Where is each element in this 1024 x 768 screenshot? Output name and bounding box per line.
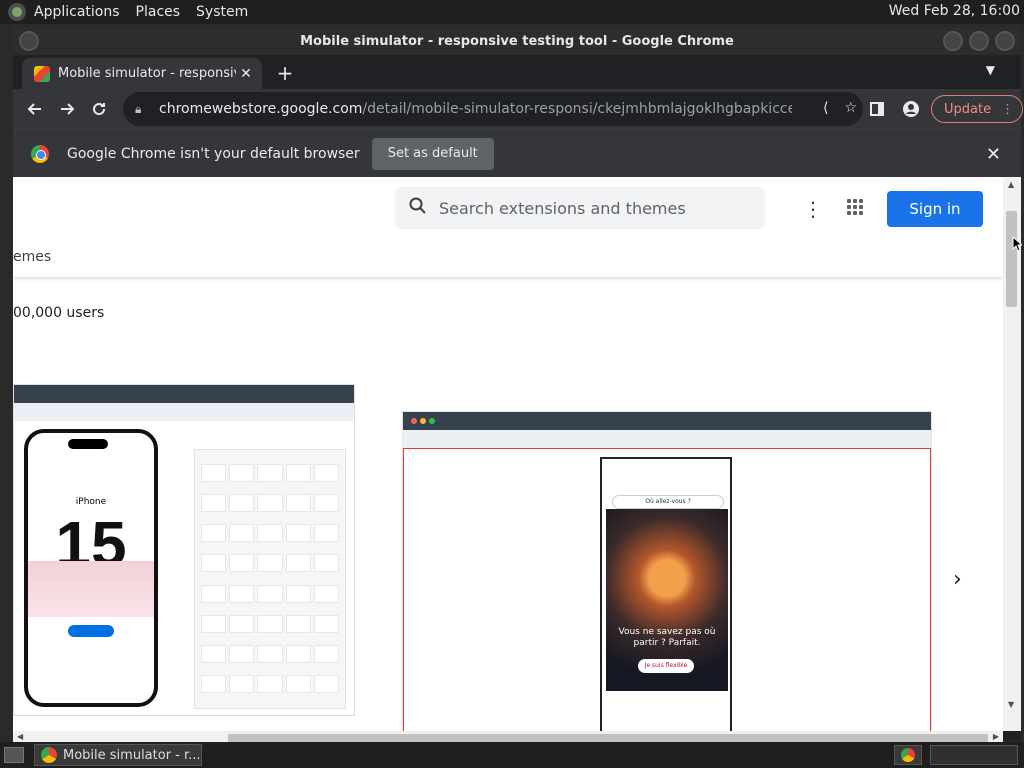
update-label: Update — [944, 101, 992, 117]
workspace-switcher[interactable] — [930, 745, 1018, 765]
infobar-message: Google Chrome isn't your default browser — [67, 145, 360, 162]
user-count: 00,000 users — [13, 305, 105, 321]
mock-browser-bar — [14, 385, 354, 403]
window-title: Mobile simulator - responsive testing to… — [300, 33, 734, 49]
mock-browser-bar — [403, 412, 931, 430]
tab-favicon-icon — [34, 65, 50, 82]
more-options-icon[interactable]: ⋮ — [803, 197, 823, 221]
bookmark-star-icon[interactable]: ☆ — [844, 100, 857, 116]
google-apps-icon[interactable] — [847, 199, 863, 215]
iphone-mockup: iPhone 15 — [24, 429, 158, 707]
site-info-icon[interactable]: 🔒︎ — [135, 102, 149, 117]
address-bar[interactable]: 🔒︎ chromewebstore.google.com /detail/mob… — [123, 92, 863, 126]
mock-cta-button — [68, 625, 114, 637]
browser-toolbar: 🔒︎ chromewebstore.google.com /detail/mob… — [13, 89, 1024, 129]
chrome-icon — [41, 747, 57, 763]
mock-address-bar — [14, 403, 354, 421]
mock-flexible-button: Je suis flexible — [638, 659, 694, 673]
back-button[interactable] — [19, 93, 51, 125]
minimize-button[interactable] — [943, 31, 963, 51]
android-mockup: Où allez-vous ? Vous ne savez pas où par… — [600, 457, 732, 731]
side-panel-icon[interactable] — [863, 95, 891, 123]
scroll-up-icon[interactable]: ▲ — [1008, 180, 1014, 189]
breadcrumb-fragment[interactable]: emes — [13, 249, 51, 265]
simulator-canvas: Où allez-vous ? Vous ne savez pas où par… — [403, 448, 931, 731]
tray-chrome-icon[interactable] — [894, 745, 922, 765]
chrome-window: Mobile simulator - responsive testing to… — [13, 27, 1024, 745]
url-host: chromewebstore.google.com — [159, 101, 363, 117]
menu-applications[interactable]: Applications — [34, 4, 120, 20]
default-browser-infobar: Google Chrome isn't your default browser… — [13, 129, 1021, 177]
show-desktop-icon[interactable] — [4, 747, 24, 763]
vertical-scrollbar[interactable]: ▲ ▼ — [1003, 177, 1021, 731]
update-button[interactable]: Update ⋮ — [931, 95, 1024, 123]
close-window-button[interactable] — [995, 31, 1015, 51]
reload-button[interactable] — [83, 93, 115, 125]
set-as-default-button[interactable]: Set as default — [371, 137, 494, 170]
window-menu-icon[interactable] — [19, 31, 39, 51]
url-path: /detail/mobile-simulator-responsi/ckejmh… — [362, 101, 793, 117]
mouse-cursor-icon — [1012, 236, 1022, 252]
scroll-left-icon[interactable]: ◀ — [17, 732, 23, 741]
dynamic-island — [68, 439, 108, 449]
horizontal-scroll-thumb[interactable] — [228, 734, 988, 742]
share-icon[interactable]: ⟨ — [823, 100, 828, 116]
menu-kebab-icon: ⋮ — [1001, 101, 1015, 117]
page-content: Search extensions and themes ⋮ Sign in e… — [13, 177, 1003, 731]
tab-strip: Mobile simulator - responsive testing to… — [13, 55, 1021, 89]
store-search-input[interactable]: Search extensions and themes — [395, 187, 765, 229]
mock-address-bar — [403, 430, 931, 448]
sign-in-button[interactable]: Sign in — [887, 191, 983, 227]
carousel-next-icon[interactable]: › — [953, 567, 962, 592]
window-titlebar[interactable]: Mobile simulator - responsive testing to… — [13, 27, 1021, 55]
scroll-down-icon[interactable]: ▼ — [1008, 700, 1014, 709]
gnome-foot-icon[interactable] — [8, 3, 26, 21]
tab-title: Mobile simulator - responsive testing to… — [58, 66, 236, 81]
chrome-logo-icon — [31, 144, 49, 163]
bottom-taskbar: Mobile simulator - r... — [0, 742, 1024, 768]
search-placeholder: Search extensions and themes — [439, 198, 686, 218]
infobar-close-icon[interactable]: ✕ — [986, 144, 1001, 165]
menu-places[interactable]: Places — [136, 4, 181, 20]
forward-button[interactable] — [51, 93, 83, 125]
phone-title: iPhone — [75, 497, 107, 507]
taskbar-window-item[interactable]: Mobile simulator - r... — [34, 744, 202, 766]
clock[interactable]: Wed Feb 28, 16:00 — [889, 3, 1020, 19]
new-tab-button[interactable]: + — [273, 61, 297, 85]
scroll-right-icon[interactable]: ▶ — [993, 732, 999, 741]
profile-avatar-icon[interactable] — [897, 95, 925, 123]
tab-close-icon[interactable]: ✕ — [236, 66, 256, 82]
mock-headline: Vous ne savez pas où partir ? Parfait. — [618, 627, 716, 648]
top-panel: Applications Places System Wed Feb 28, 1… — [0, 0, 1024, 24]
mock-search-pill: Où allez-vous ? — [612, 495, 724, 509]
store-header: Search extensions and themes ⋮ Sign in e… — [13, 177, 1003, 277]
tab-active[interactable]: Mobile simulator - responsive testing to… — [22, 58, 262, 89]
device-list-panel — [194, 449, 346, 709]
product-image — [28, 561, 154, 617]
taskbar-window-label: Mobile simulator - r... — [63, 747, 201, 763]
menu-system[interactable]: System — [196, 4, 248, 20]
vertical-scroll-thumb[interactable] — [1006, 211, 1017, 307]
maximize-button[interactable] — [969, 31, 989, 51]
extension-screenshot-2[interactable]: Où allez-vous ? Vous ne savez pas où par… — [402, 411, 932, 731]
extension-screenshot-1[interactable]: iPhone 15 — [13, 384, 355, 716]
tab-search-chevron-icon[interactable]: ▼ — [986, 63, 995, 77]
search-icon — [409, 197, 427, 220]
